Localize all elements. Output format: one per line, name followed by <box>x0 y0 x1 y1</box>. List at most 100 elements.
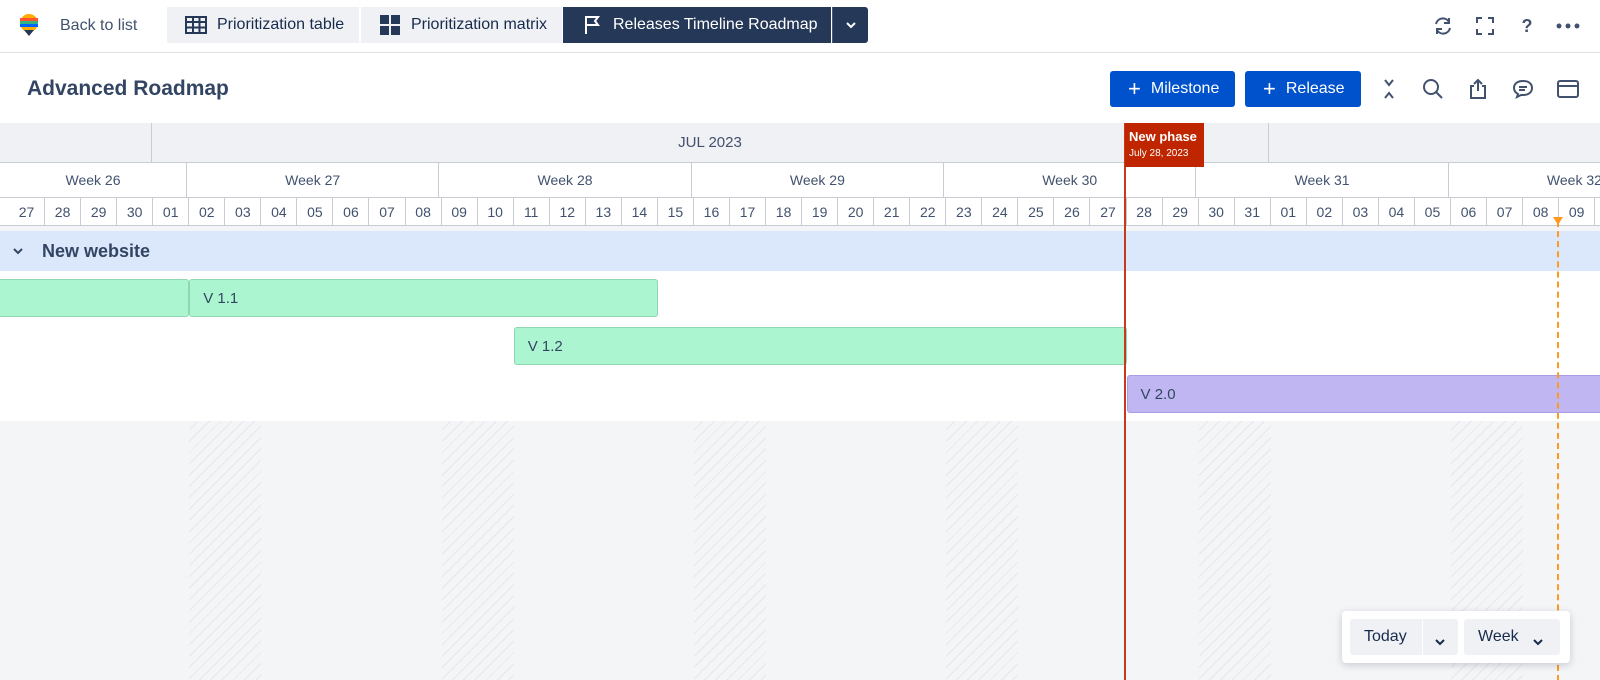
day-cell: 23 <box>946 198 983 225</box>
view-controls: Today Week <box>1342 611 1570 663</box>
week-cell: Week 28 <box>439 163 692 197</box>
day-cell: 07 <box>1487 198 1524 225</box>
month-cell: JUL 2023 <box>152 123 1269 162</box>
day-cell: 27 <box>9 198 46 225</box>
release-bars-area: V 1.1 V 1.2 V 2.0 <box>0 271 1600 421</box>
milestone-label: Milestone <box>1150 80 1220 97</box>
chevron-down-icon <box>845 16 857 34</box>
grid-icon <box>379 14 401 36</box>
collapse-icon[interactable] <box>1376 76 1402 102</box>
fullscreen-icon[interactable] <box>1473 14 1497 38</box>
day-cell: 04 <box>1379 198 1415 225</box>
phase-flag[interactable]: New phase July 28, 2023 <box>1125 123 1204 167</box>
day-cell: 17 <box>730 198 767 225</box>
week-cell: Week 31 <box>1196 163 1449 197</box>
app-logo-icon <box>18 13 40 37</box>
group-label: New website <box>42 241 151 261</box>
tab-prioritization-matrix[interactable]: Prioritization matrix <box>361 7 562 43</box>
table-icon <box>185 14 207 36</box>
phase-date: July 28, 2023 <box>1129 148 1189 159</box>
share-icon[interactable] <box>1465 76 1491 102</box>
day-cell: 01 <box>1271 198 1307 225</box>
day-cell: 02 <box>189 198 226 225</box>
day-cell: 29 <box>1163 198 1199 225</box>
day-cell: 31 <box>1235 198 1271 225</box>
tab-label: Prioritization table <box>217 16 345 33</box>
day-cell: 30 <box>1199 198 1235 225</box>
day-cell: 03 <box>1343 198 1379 225</box>
day-cell: 11 <box>514 198 550 225</box>
day-cell: 14 <box>622 198 658 225</box>
add-milestone-button[interactable]: + Milestone <box>1110 71 1235 107</box>
plus-icon: + <box>1263 76 1276 101</box>
day-cell: 29 <box>81 198 118 225</box>
today-label: Today <box>1364 628 1407 645</box>
scale-label: Week <box>1478 628 1519 645</box>
roadmap-timeline: JUL 2023 Week 26 Week 27 Week 28 Week 29 Wee… <box>0 123 1600 680</box>
day-cell: 20 <box>838 198 875 225</box>
flag-icon <box>581 14 603 36</box>
more-icon[interactable] <box>1556 14 1580 38</box>
phase-marker-line <box>1124 123 1126 680</box>
day-cell: 06 <box>1451 198 1488 225</box>
day-cell: 30 <box>117 198 154 225</box>
refresh-icon[interactable] <box>1431 14 1455 38</box>
today-button[interactable]: Today <box>1350 619 1458 655</box>
day-cell: 09 <box>1559 198 1596 225</box>
day-cell: 24 <box>982 198 1019 225</box>
back-to-list-link[interactable]: Back to list <box>60 17 137 35</box>
release-group-row[interactable]: New website <box>0 231 1600 271</box>
week-cell: Week 26 <box>0 163 187 197</box>
page-header: Advanced Roadmap + Milestone + Release <box>0 53 1600 123</box>
month-cell-prev <box>0 123 152 162</box>
day-cell: 15 <box>658 198 694 225</box>
release-bar[interactable]: V 1.1 <box>189 279 658 317</box>
day-cell: 19 <box>802 198 839 225</box>
day-cell: 02 <box>1307 198 1343 225</box>
tab-label: Prioritization matrix <box>411 16 548 33</box>
scale-select[interactable]: Week <box>1464 619 1560 655</box>
chevron-down-icon <box>1532 633 1544 651</box>
day-cell: 08 <box>406 198 442 225</box>
plus-icon: + <box>1128 76 1141 101</box>
card-icon[interactable] <box>1555 76 1581 102</box>
day-cell: 16 <box>694 198 730 225</box>
day-cell: 05 <box>297 198 334 225</box>
release-label: Release <box>1285 80 1345 97</box>
release-bar[interactable]: V 2.0 <box>1126 375 1600 413</box>
tab-releases-timeline-roadmap[interactable]: Releases Timeline Roadmap <box>563 7 831 43</box>
tab-label: Releases Timeline Roadmap <box>613 16 818 33</box>
page-title: Advanced Roadmap <box>27 77 229 100</box>
tab-prioritization-table[interactable]: Prioritization table <box>167 7 359 43</box>
day-cell: 25 <box>1018 198 1055 225</box>
day-cell: 09 <box>442 198 478 225</box>
chevron-down-icon[interactable] <box>10 243 26 259</box>
week-cell: Week 30 <box>944 163 1197 197</box>
day-cell: 01 <box>153 198 190 225</box>
chevron-down-icon[interactable] <box>1434 633 1446 651</box>
month-header-row: JUL 2023 <box>0 123 1600 163</box>
comment-icon[interactable] <box>1510 76 1536 102</box>
day-cell: 06 <box>333 198 370 225</box>
phase-title: New phase <box>1129 129 1197 144</box>
help-icon[interactable]: ? <box>1515 14 1539 38</box>
week-header-row: Week 26 Week 27 Week 28 Week 29 Week 30 Week … <box>0 163 1600 198</box>
search-icon[interactable] <box>1420 76 1446 102</box>
day-cell: 18 <box>766 198 803 225</box>
day-cell: 04 <box>261 198 298 225</box>
views-dropdown-button[interactable] <box>832 7 868 43</box>
top-bar: Back to list Prioritization table Priori… <box>0 0 1600 53</box>
day-cell: 03 <box>225 198 262 225</box>
release-bar[interactable] <box>0 279 190 317</box>
day-cell: 12 <box>550 198 586 225</box>
day-cell: 10 <box>478 198 514 225</box>
divider <box>1422 619 1423 655</box>
day-cell: 21 <box>874 198 911 225</box>
day-cell: 07 <box>370 198 406 225</box>
release-bar[interactable]: V 1.2 <box>513 327 1127 365</box>
month-cell-next <box>1269 123 1600 162</box>
week-cell: Week 27 <box>187 163 440 197</box>
week-cell: Week 29 <box>692 163 945 197</box>
day-header-row: 27 28 29 30 01 02 03 04 05 06 07 08 09 10 11 12 13 14 15 16… <box>0 198 1600 226</box>
add-release-button[interactable]: + Release <box>1245 71 1361 107</box>
